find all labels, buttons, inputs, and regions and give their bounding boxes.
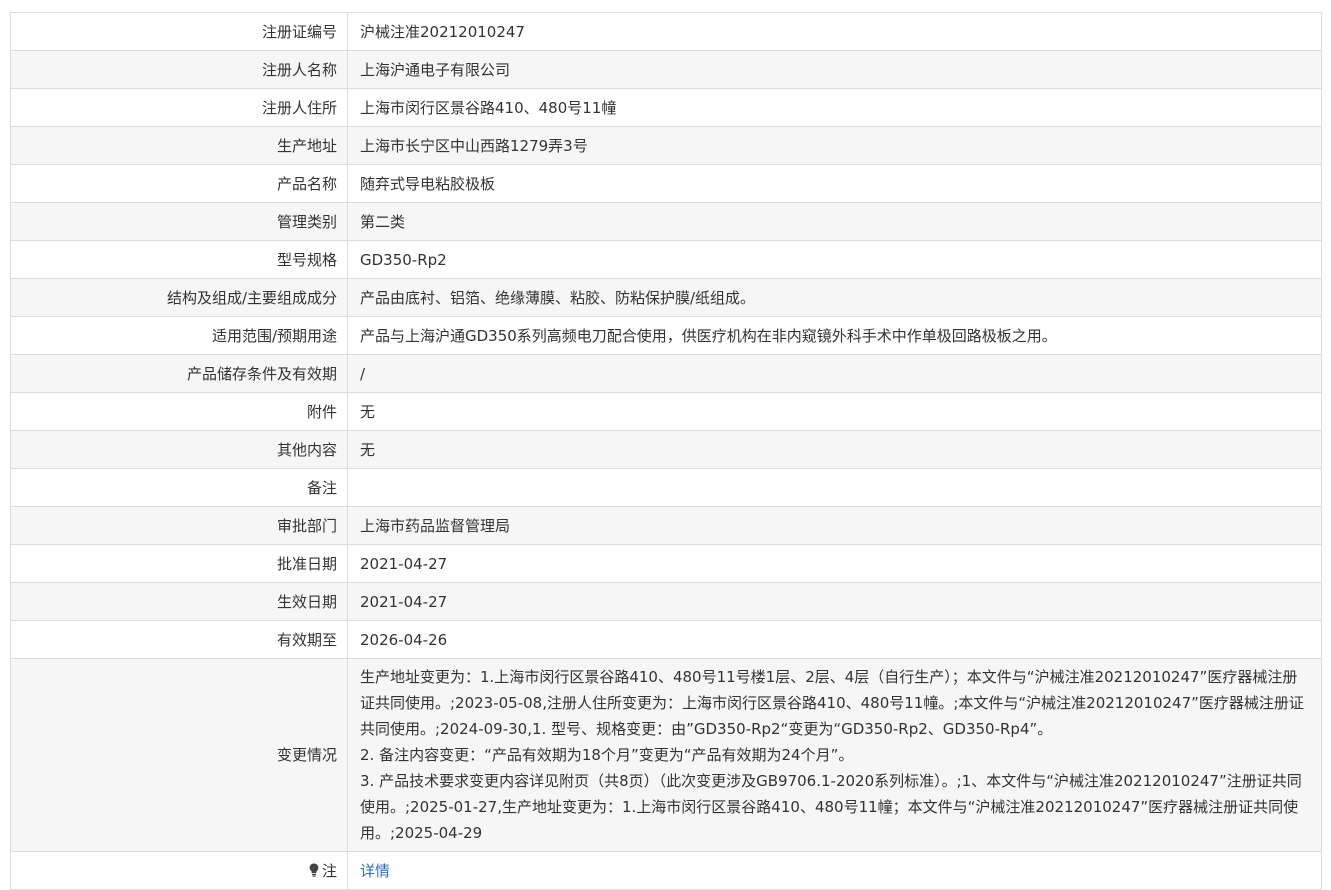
note-row: 注 详情 xyxy=(10,851,1322,890)
note-value: 详情 xyxy=(347,851,1322,890)
row-label: 附件 xyxy=(10,392,348,431)
note-label-cell: 注 xyxy=(10,851,348,890)
registration-info-panel: 注册证编号 沪械注准20212010247 注册人名称 上海沪通电子有限公司 注… xyxy=(10,12,1322,890)
changes-row: 变更情况 生产地址变更为：1.上海市闵行区景谷路410、480号11号楼1层、2… xyxy=(10,658,1322,852)
row-label: 注册人住所 xyxy=(10,88,348,127)
row-label: 生产地址 xyxy=(10,126,348,165)
table-row: 批准日期 2021-04-27 xyxy=(10,544,1322,583)
table-row: 有效期至 2026-04-26 xyxy=(10,620,1322,659)
row-label: 产品储存条件及有效期 xyxy=(10,354,348,393)
row-label: 生效日期 xyxy=(10,582,348,621)
row-value: 产品与上海沪通GD350系列高频电刀配合使用，供医疗机构在非内窥镜外科手术中作单… xyxy=(347,316,1322,355)
row-label: 适用范围/预期用途 xyxy=(10,316,348,355)
registration-info-table: 注册证编号 沪械注准20212010247 注册人名称 上海沪通电子有限公司 注… xyxy=(10,12,1322,890)
table-row: 生产地址 上海市长宁区中山西路1279弄3号 xyxy=(10,126,1322,165)
detail-link[interactable]: 详情 xyxy=(360,862,390,880)
table-row: 产品名称 随弃式导电粘胶极板 xyxy=(10,164,1322,203)
table-row: 备注 xyxy=(10,468,1322,507)
changes-value: 生产地址变更为：1.上海市闵行区景谷路410、480号11号楼1层、2层、4层（… xyxy=(347,658,1322,852)
row-label: 其他内容 xyxy=(10,430,348,469)
row-label: 管理类别 xyxy=(10,202,348,241)
changes-line-3: 3. 产品技术要求变更内容详见附页（共8页）（此次变更涉及GB9706.1-20… xyxy=(360,772,1302,842)
table-row: 注册人名称 上海沪通电子有限公司 xyxy=(10,50,1322,89)
row-label: 型号规格 xyxy=(10,240,348,279)
changes-label: 变更情况 xyxy=(10,658,348,852)
table-row: 管理类别 第二类 xyxy=(10,202,1322,241)
table-row: 审批部门 上海市药品监督管理局 xyxy=(10,506,1322,545)
note-label: 注 xyxy=(321,861,337,880)
row-value: 无 xyxy=(347,430,1322,469)
table-row: 注册人住所 上海市闵行区景谷路410、480号11幢 xyxy=(10,88,1322,127)
row-label: 注册证编号 xyxy=(10,12,348,51)
changes-line-2: 2. 备注内容变更：“产品有效期为18个月”变更为“产品有效期为24个月”。 xyxy=(360,746,854,764)
row-value: 上海市闵行区景谷路410、480号11幢 xyxy=(347,88,1322,127)
row-value: 上海市药品监督管理局 xyxy=(347,506,1322,545)
row-label: 有效期至 xyxy=(10,620,348,659)
row-value xyxy=(347,468,1322,507)
row-value: 2021-04-27 xyxy=(347,582,1322,621)
row-label: 备注 xyxy=(10,468,348,507)
table-row: 型号规格 GD350-Rp2 xyxy=(10,240,1322,279)
row-value: 无 xyxy=(347,392,1322,431)
row-value: 产品由底衬、铝箔、绝缘薄膜、粘胶、防粘保护膜/纸组成。 xyxy=(347,278,1322,317)
row-value: / xyxy=(347,354,1322,393)
table-row: 注册证编号 沪械注准20212010247 xyxy=(10,12,1322,51)
row-value: 2021-04-27 xyxy=(347,544,1322,583)
row-value: GD350-Rp2 xyxy=(347,240,1322,279)
table-row: 其他内容 无 xyxy=(10,430,1322,469)
row-label: 注册人名称 xyxy=(10,50,348,89)
changes-line-1: 生产地址变更为：1.上海市闵行区景谷路410、480号11号楼1层、2层、4层（… xyxy=(360,668,1304,738)
row-value: 第二类 xyxy=(347,202,1322,241)
row-label: 审批部门 xyxy=(10,506,348,545)
table-row: 结构及组成/主要组成成分 产品由底衬、铝箔、绝缘薄膜、粘胶、防粘保护膜/纸组成。 xyxy=(10,278,1322,317)
row-value: 随弃式导电粘胶极板 xyxy=(347,164,1322,203)
row-label: 产品名称 xyxy=(10,164,348,203)
row-value: 沪械注准20212010247 xyxy=(347,12,1322,51)
table-row: 附件 无 xyxy=(10,392,1322,431)
row-label: 批准日期 xyxy=(10,544,348,583)
table-row: 生效日期 2021-04-27 xyxy=(10,582,1322,621)
row-value: 2026-04-26 xyxy=(347,620,1322,659)
row-value: 上海沪通电子有限公司 xyxy=(347,50,1322,89)
row-value: 上海市长宁区中山西路1279弄3号 xyxy=(347,126,1322,165)
table-row: 产品储存条件及有效期 / xyxy=(10,354,1322,393)
row-label: 结构及组成/主要组成成分 xyxy=(10,278,348,317)
lightbulb-icon xyxy=(309,863,319,877)
table-row: 适用范围/预期用途 产品与上海沪通GD350系列高频电刀配合使用，供医疗机构在非… xyxy=(10,316,1322,355)
